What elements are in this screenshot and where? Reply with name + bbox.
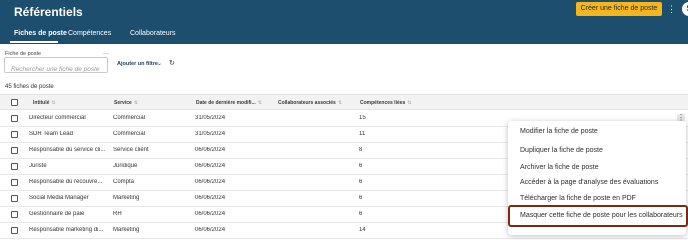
more-options-icon[interactable]: ⋮ [667,3,676,15]
add-filter-button[interactable]: Ajouter un filtre [117,61,158,67]
cell-title[interactable]: SDR Team Lead [29,131,109,137]
sort-icon[interactable]: ⇅ [258,100,262,106]
tab-fiches-de-poste[interactable]: Fiches de poste [14,30,67,37]
sort-icon[interactable]: ⇅ [338,100,342,106]
tab-competences[interactable]: Compétences [68,30,111,37]
cell-service: Juridique [113,163,138,169]
cell-skills: 11 [359,131,366,137]
menu-item-archive[interactable]: Archiver la fiche de poste [520,164,599,171]
search-input[interactable] [5,62,107,77]
cell-skills: 15 [359,115,366,121]
cell-title[interactable]: Responsable du recouvre... [29,179,109,185]
menu-item-evaluation-analysis[interactable]: Accéder à la page d'analyse des évaluati… [520,179,658,186]
cell-title[interactable]: Social Media Manager [29,195,109,201]
active-tab-indicator [10,41,58,43]
sort-icon[interactable]: ⇅ [51,100,55,106]
column-header-skills[interactable]: Compétences liées ⇅ [360,100,412,106]
cell-date: 06/06/2024 [195,147,226,153]
cell-skills: 6 [359,179,363,185]
result-count: 45 fiches de poste [5,84,54,90]
highlight-box [508,205,688,227]
top-bar: Référentiels Créer une fiche de poste ⋮ … [0,0,688,44]
cell-service: Marketing [113,195,140,201]
cell-date: 06/06/2024 [195,195,226,201]
cell-skills: 8 [359,147,363,153]
cell-title[interactable]: Juriste [29,163,109,169]
cell-service: Compta [113,179,135,185]
sort-icon[interactable]: ⇅ [134,100,138,106]
cell-service: RH [113,211,122,217]
cell-service: Commercial [113,131,146,137]
cell-date: 06/06/2024 [195,211,226,217]
filter-more-icon[interactable]: ... [103,49,109,56]
row-checkbox[interactable] [11,211,18,218]
sort-icon[interactable]: ⇅ [407,100,411,106]
cell-service: Commercial [113,115,146,121]
cell-date: 06/06/2024 [195,179,226,185]
row-checkbox[interactable] [11,227,18,234]
cell-service: Service client [113,147,149,153]
row-checkbox[interactable] [11,131,18,138]
table-header: Intitulé ⇅ Service ⇅ Date de dernière modi… [0,94,688,110]
tab-collaborateurs[interactable]: Collaborateurs [130,30,176,37]
row-checkbox[interactable] [11,115,18,122]
row-checkbox[interactable] [11,195,18,202]
column-header-service[interactable]: Service ⇅ [114,100,138,106]
menu-item-duplicate[interactable]: Dupliquer la fiche de poste [520,147,603,154]
cell-skills: 6 [359,211,363,217]
menu-item-download-pdf[interactable]: Télécharger la fiche de poste en PDF [520,195,636,202]
row-checkbox[interactable] [11,179,18,186]
cell-title[interactable]: Directeur commercial [29,115,109,121]
chevron-down-icon[interactable]: ⌄ [157,60,162,67]
row-checkbox[interactable] [11,147,18,154]
cell-date: 06/06/2024 [195,163,226,169]
cell-date: 06/06/2024 [195,227,226,233]
cell-title[interactable]: Gestionnaire de paie [29,211,109,217]
cell-skills: 6 [359,195,363,201]
column-header-date[interactable]: Date de dernière modifi... ⇅ [196,100,262,106]
page-title: Référentiels [14,5,83,19]
cell-date: 31/05/2024 [195,131,226,137]
cell-service: Marketing [113,227,140,233]
cell-skills: 14 [359,227,366,233]
search-field[interactable] [4,57,108,77]
menu-item-edit[interactable]: Modifier la fiche de poste [520,128,598,135]
column-header-collaborators[interactable]: Collaborateurs associés ⇅ [278,100,342,106]
avatar[interactable]: S [682,2,688,16]
cell-skills: 6 [359,163,363,169]
row-checkbox[interactable] [11,163,18,170]
refresh-icon[interactable]: ↻ [169,59,175,67]
cell-title[interactable]: Responsable du service cli... [29,147,109,153]
cell-title[interactable]: Responsable marketing di... [29,227,109,233]
create-job-sheet-button[interactable]: Créer une fiche de poste [576,2,662,16]
cell-date: 31/05/2024 [195,115,226,121]
select-all-checkbox[interactable] [11,99,18,106]
column-header-title[interactable]: Intitulé ⇅ [33,100,56,106]
